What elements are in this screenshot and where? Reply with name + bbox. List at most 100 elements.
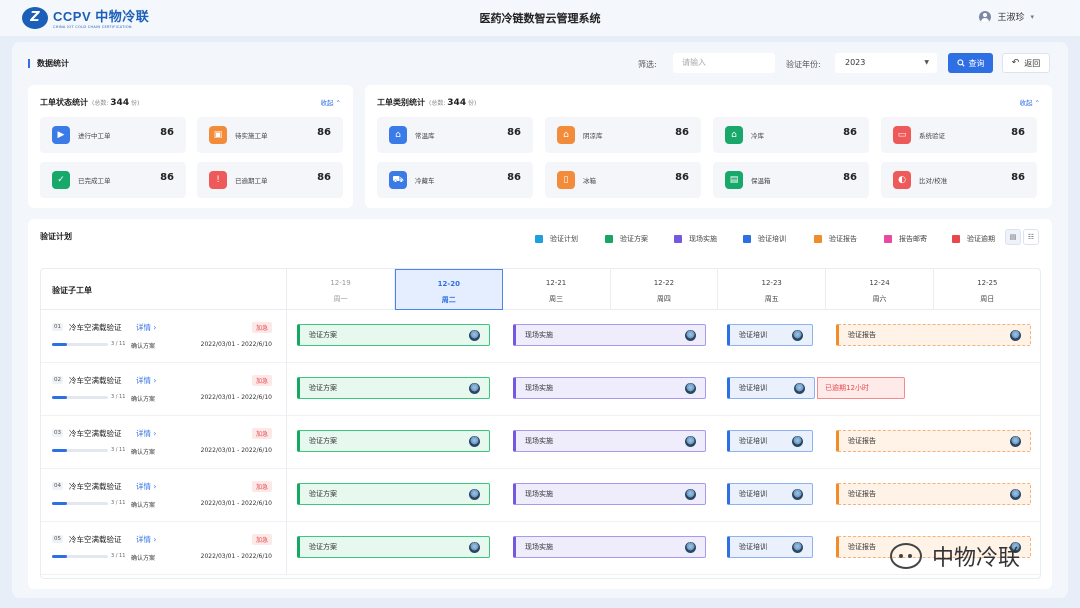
task-bar[interactable]: 验证培训 bbox=[727, 377, 815, 399]
row-number: 03 bbox=[52, 429, 63, 437]
progress-count: 3 / 11 bbox=[111, 341, 126, 347]
stat-item[interactable]: ! 已逾期工单 86 bbox=[197, 162, 343, 198]
task-bar[interactable]: 现场实施 bbox=[513, 324, 706, 346]
task-bar[interactable]: 现场实施 bbox=[513, 377, 706, 399]
task-bar[interactable]: 现场实施 bbox=[513, 483, 706, 505]
stat-item[interactable]: ▣ 待实施工单 86 bbox=[197, 117, 343, 153]
stat-item[interactable]: ✓ 已完成工单 86 bbox=[40, 162, 186, 198]
task-label: 验证培训 bbox=[739, 543, 767, 551]
stat-label: 冰箱 bbox=[583, 177, 596, 185]
detail-link[interactable]: 详情 › bbox=[136, 428, 156, 439]
work-order-title: 冷车空满载验证 bbox=[69, 429, 122, 438]
task-bar[interactable]: 验证报告 bbox=[836, 430, 1031, 452]
detail-link[interactable]: 详情 › bbox=[136, 481, 156, 492]
work-order-title: 冷车空满载验证 bbox=[69, 535, 122, 544]
task-bar[interactable]: 验证方案 bbox=[297, 536, 490, 558]
day-header[interactable]: 12-22 周四 bbox=[610, 269, 719, 310]
collapse-label: 收起 bbox=[320, 99, 334, 107]
gantt-view-button[interactable]: ☷ bbox=[1023, 229, 1039, 245]
user-menu[interactable]: 王淑珍 ▾ bbox=[979, 10, 1034, 23]
status-total-suffix: 份) bbox=[131, 100, 140, 107]
day-header[interactable]: 12-25 周日 bbox=[933, 269, 1040, 310]
legend-item[interactable]: 验证培训 bbox=[743, 234, 786, 244]
task-label: 现场实施 bbox=[525, 490, 553, 498]
day-header[interactable]: 12-20 周二 bbox=[394, 269, 503, 310]
stat-item[interactable]: ⌂ 阴凉库 86 bbox=[545, 117, 701, 153]
search-input[interactable]: 请输入 bbox=[673, 53, 775, 73]
assignee-avatar-icon bbox=[685, 330, 696, 341]
type-stats-card: 工单类别统计 (总数: 344 份) 收起 ⌃ ⌂ 常温库 86 ⌂ 阴凉库 86 ⌂ 冷库 86… bbox=[365, 85, 1052, 208]
progress-count: 3 / 11 bbox=[111, 553, 126, 559]
type-collapse-button[interactable]: 收起 ⌃ bbox=[1019, 97, 1040, 107]
legend-item[interactable]: 验证方案 bbox=[605, 234, 648, 244]
task-bar[interactable]: 验证方案 bbox=[297, 483, 490, 505]
type-total-prefix: (总数: bbox=[429, 100, 446, 107]
day-date: 12-25 bbox=[977, 279, 998, 287]
year-select[interactable]: 2023 ▼ bbox=[835, 53, 937, 73]
assignee-avatar-icon bbox=[794, 383, 805, 394]
day-header[interactable]: 12-19 周一 bbox=[287, 269, 395, 310]
stat-label: 系统验证 bbox=[919, 132, 945, 140]
table-row: 02 冷车空满载验证 加急 3 / 11 确认方案 2022/03/01 - 2022/6… bbox=[41, 363, 1040, 416]
legend-item[interactable]: 验证报告 bbox=[814, 234, 857, 244]
detail-link[interactable]: 详情 › bbox=[136, 322, 156, 333]
warehouse-icon: ⌂ bbox=[389, 126, 407, 144]
day-header[interactable]: 12-24 周六 bbox=[826, 269, 934, 310]
legend-item[interactable]: 验证逾期 bbox=[952, 234, 995, 244]
status-total-value: 344 bbox=[110, 98, 130, 108]
stat-item[interactable]: ▶ 进行中工单 86 bbox=[40, 117, 186, 153]
task-label: 验证报告 bbox=[848, 437, 876, 445]
stat-label: 阴凉库 bbox=[583, 132, 603, 140]
query-button[interactable]: 查询 bbox=[948, 53, 993, 73]
back-button[interactable]: ↶ 返回 bbox=[1002, 53, 1050, 73]
stat-item[interactable]: ⌂ 冷库 86 bbox=[713, 117, 869, 153]
progress-count: 3 / 11 bbox=[111, 500, 126, 506]
day-header[interactable]: 12-23 周五 bbox=[718, 269, 827, 310]
detail-link[interactable]: 详情 › bbox=[136, 534, 156, 545]
left-header-label: 验证子工单 bbox=[52, 286, 92, 295]
work-order-title: 冷车空满载验证 bbox=[69, 376, 122, 385]
task-bar[interactable]: 验证报告 bbox=[836, 324, 1031, 346]
task-bar[interactable]: 现场实施 bbox=[513, 430, 706, 452]
task-bar[interactable]: 验证培训 bbox=[727, 483, 813, 505]
cooler-box-icon: ▤ bbox=[725, 171, 743, 189]
task-bar[interactable]: 验证方案 bbox=[297, 324, 490, 346]
table-row: 01 冷车空满载验证 加急 3 / 11 确认方案 2022/03/01 - 2022/6… bbox=[41, 310, 1040, 363]
section-title: 数据统计 bbox=[28, 59, 69, 68]
type-stats-title: 工单类别统计 bbox=[377, 98, 425, 107]
legend-item[interactable]: 现场实施 bbox=[674, 234, 717, 244]
legend-item[interactable]: 验证计划 bbox=[535, 234, 578, 244]
stat-item[interactable]: ▤ 保温箱 86 bbox=[713, 162, 869, 198]
stat-label: 已逾期工单 bbox=[235, 177, 268, 185]
legend-label: 验证方案 bbox=[620, 235, 648, 243]
stat-value: 86 bbox=[843, 127, 857, 138]
task-bar[interactable]: 验证培训 bbox=[727, 324, 813, 346]
task-bar[interactable]: 验证报告 bbox=[836, 483, 1031, 505]
dropdown-icon: ▼ bbox=[924, 59, 929, 66]
progress-bar bbox=[52, 396, 108, 399]
stat-item[interactable]: ▯ 冰箱 86 bbox=[545, 162, 701, 198]
task-bar[interactable]: 验证培训 bbox=[727, 430, 813, 452]
stat-item[interactable]: ◐ 比对/校准 86 bbox=[881, 162, 1037, 198]
status-collapse-button[interactable]: 收起 ⌃ bbox=[320, 97, 341, 107]
stat-item[interactable]: ⛟ 冷藏车 86 bbox=[377, 162, 533, 198]
legend-swatch bbox=[884, 235, 892, 243]
detail-link[interactable]: 详情 › bbox=[136, 375, 156, 386]
task-bar[interactable]: 验证培训 bbox=[727, 536, 813, 558]
stat-item[interactable]: ⌂ 常温库 86 bbox=[377, 117, 533, 153]
legend-item[interactable]: 报告邮寄 bbox=[884, 234, 927, 244]
day-header[interactable]: 12-21 周三 bbox=[502, 269, 611, 310]
task-bar[interactable]: 验证方案 bbox=[297, 430, 490, 452]
assignee-avatar-icon bbox=[792, 542, 803, 553]
task-bar[interactable]: 验证方案 bbox=[297, 377, 490, 399]
progress-bar bbox=[52, 555, 108, 558]
filter-label: 筛选: bbox=[638, 60, 657, 69]
stat-item[interactable]: ▭ 系统验证 86 bbox=[881, 117, 1037, 153]
overdue-bar[interactable]: 已逾期12小时 bbox=[817, 377, 905, 399]
legend-label: 验证培训 bbox=[758, 235, 786, 243]
progress-count: 3 / 11 bbox=[111, 447, 126, 453]
task-bar[interactable]: 现场实施 bbox=[513, 536, 706, 558]
day-date: 12-20 bbox=[437, 280, 460, 288]
urgent-badge: 加急 bbox=[251, 534, 272, 545]
list-view-button[interactable]: ▤ bbox=[1005, 229, 1021, 245]
